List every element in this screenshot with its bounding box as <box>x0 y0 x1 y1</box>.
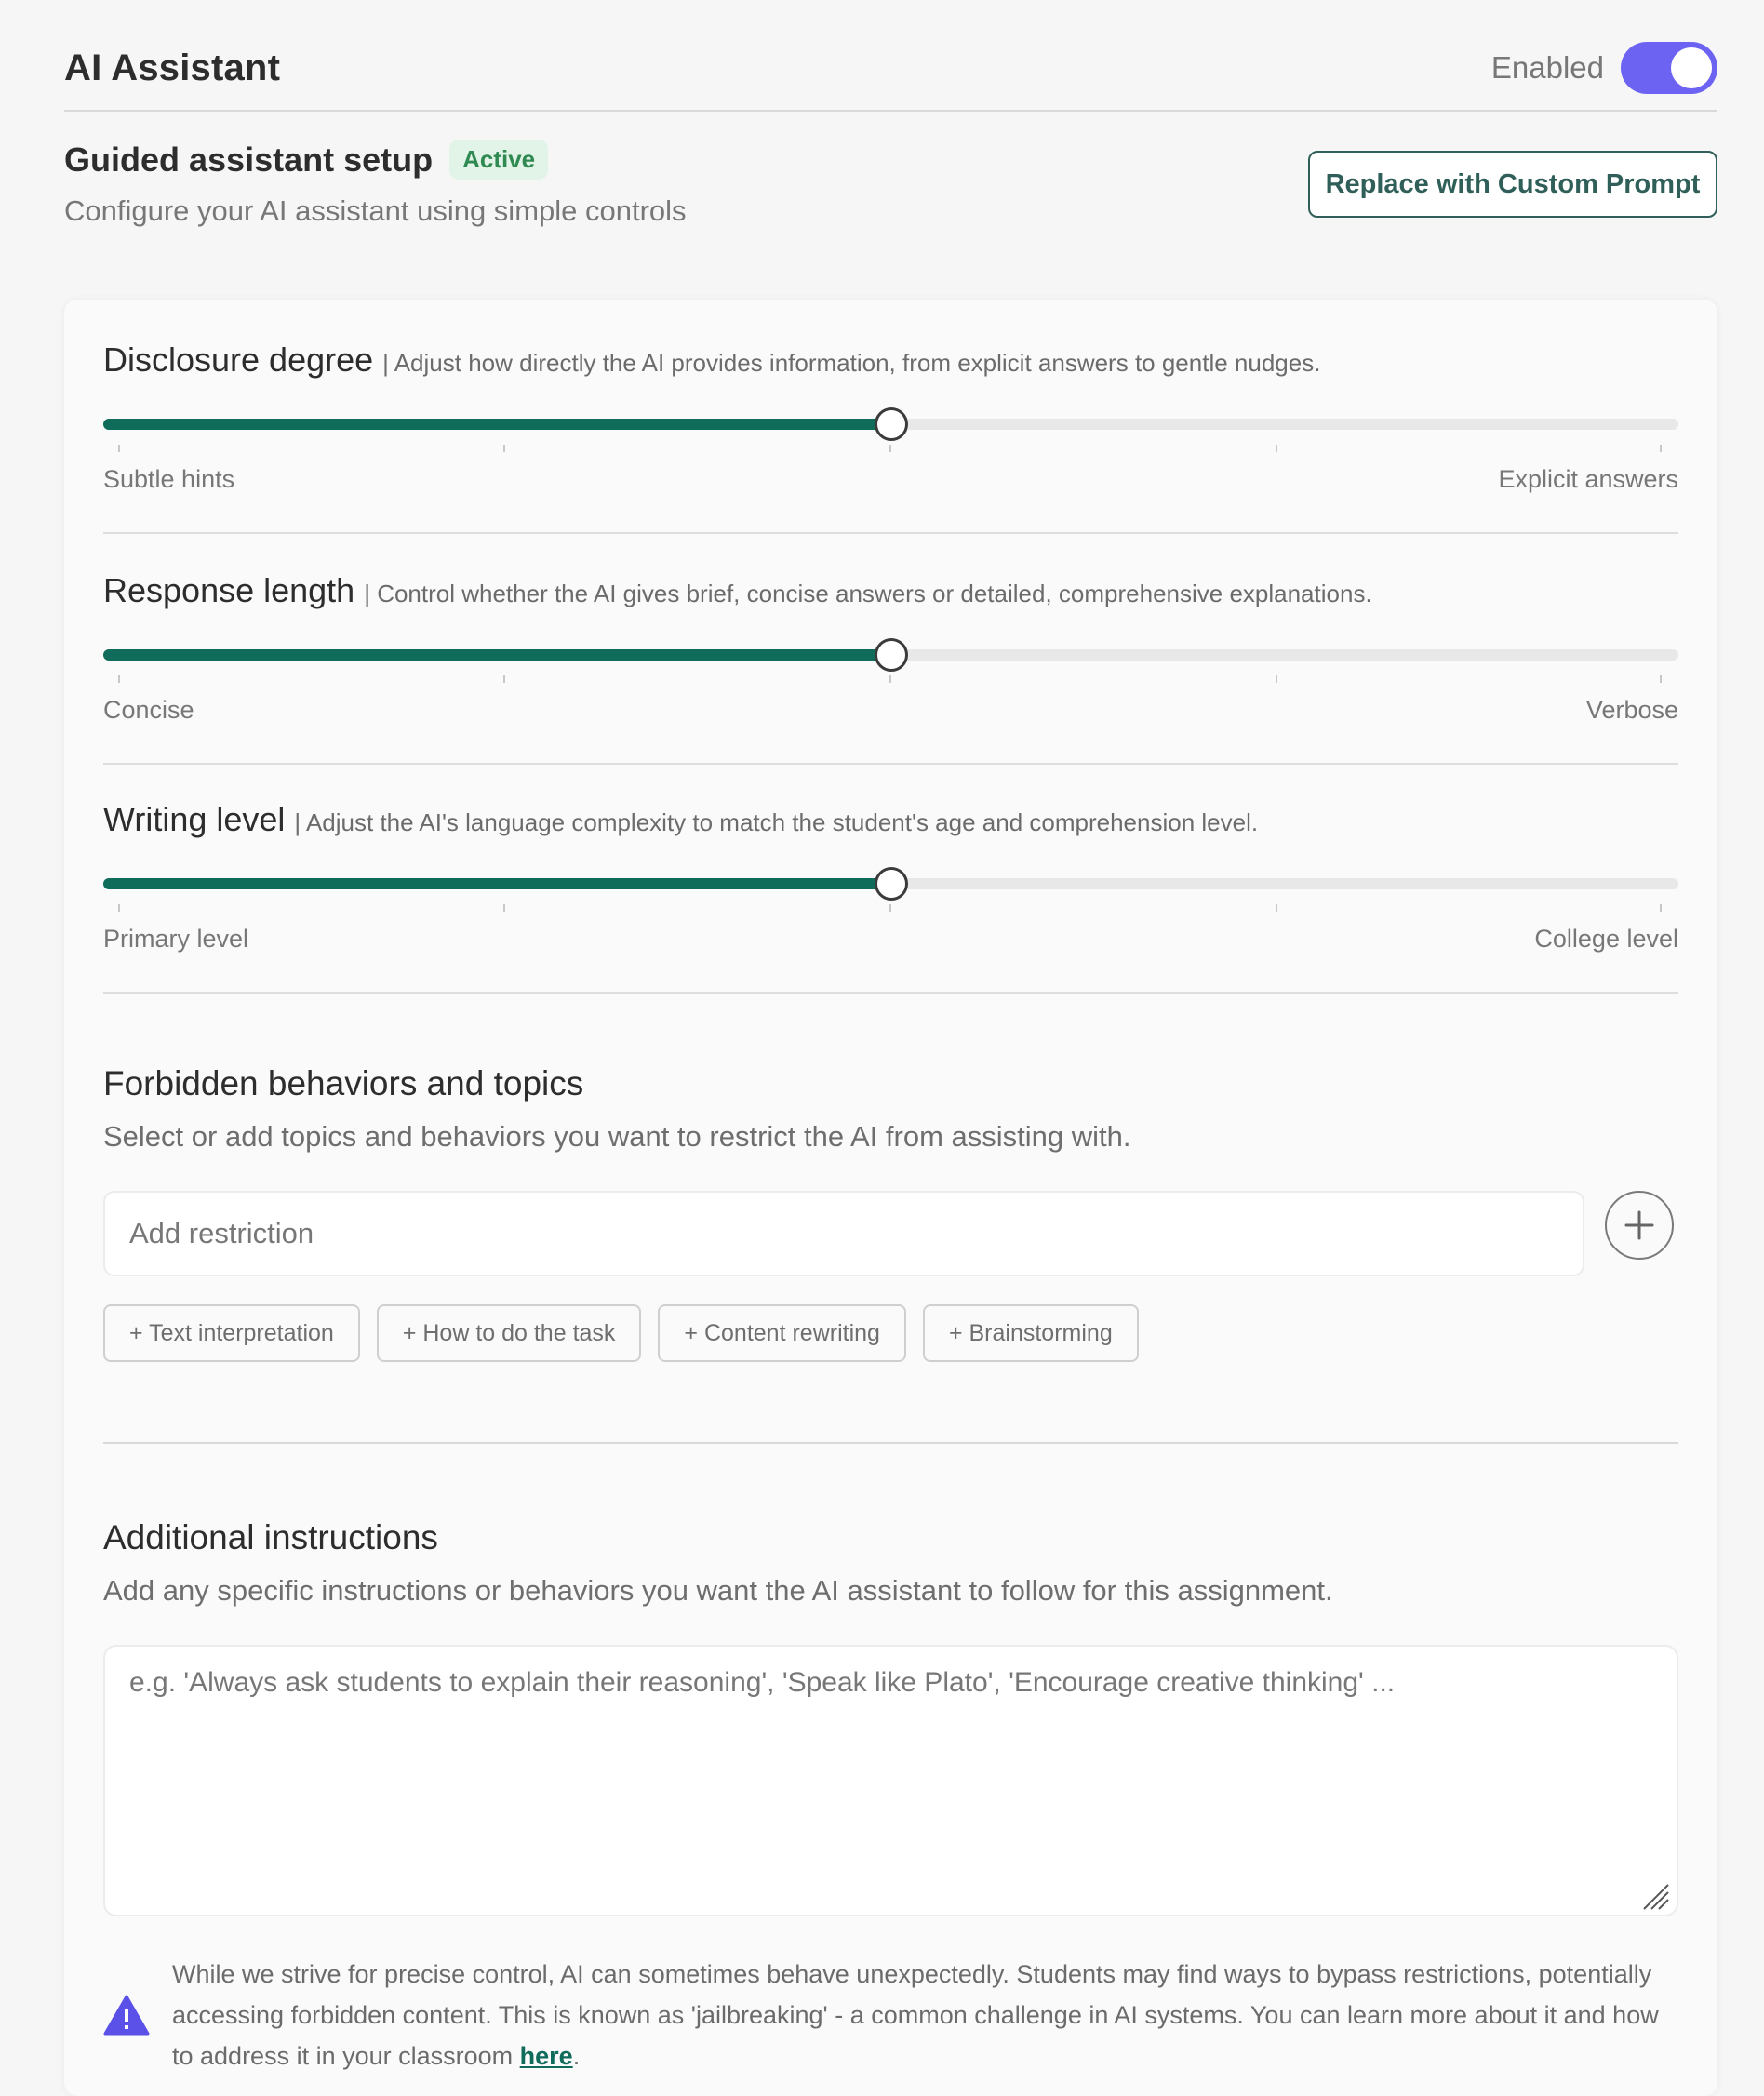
forbidden-title: Forbidden behaviors and topics <box>103 1064 584 1102</box>
slider-thumb[interactable] <box>874 407 908 441</box>
jailbreak-warning: While we strive for precise control, AI … <box>103 1954 1678 2076</box>
response-length-slider[interactable] <box>103 638 1678 672</box>
toggle-knob <box>1671 47 1712 88</box>
chip-text-interpretation[interactable]: + Text interpretation <box>103 1304 360 1362</box>
slider-tick <box>118 445 120 452</box>
warning-text: While we strive for precise control, AI … <box>172 1954 1678 2076</box>
enabled-toggle[interactable] <box>1621 42 1717 94</box>
add-restriction-input[interactable] <box>103 1191 1584 1276</box>
slider-tick <box>1660 904 1662 912</box>
slider-tick <box>118 904 120 912</box>
slider-tick <box>118 675 120 683</box>
header-bar: AI Assistant Enabled <box>64 28 1717 112</box>
slider-fill <box>103 649 891 661</box>
enabled-label: Enabled <box>1490 50 1604 85</box>
learn-more-link[interactable]: here <box>520 2042 573 2070</box>
slider-thumb[interactable] <box>874 638 908 672</box>
guided-setup-section: Guided assistant setup Active Configure … <box>64 140 1717 242</box>
slider-fill <box>103 419 891 430</box>
status-badge: Active <box>449 140 549 180</box>
chip-content-rewriting[interactable]: + Content rewriting <box>658 1304 906 1362</box>
add-restriction-button[interactable] <box>1605 1191 1674 1260</box>
slider-description: | Control whether the AI gives brief, co… <box>364 580 1372 607</box>
suggested-restrictions: + Text interpretation + How to do the ta… <box>103 1304 1139 1362</box>
slider-description: | Adjust how directly the AI provides in… <box>382 349 1321 377</box>
slider-description: | Adjust the AI's language complexity to… <box>294 808 1259 836</box>
chip-how-to-do-the-task[interactable]: + How to do the task <box>376 1304 642 1362</box>
disclosure-degree-block: Disclosure degree | Adjust how directly … <box>103 333 1678 534</box>
slider-tick <box>889 445 891 452</box>
warning-body: While we strive for precise control, AI … <box>172 1960 1659 2070</box>
enabled-control: Enabled <box>1491 42 1717 94</box>
slider-max-label: Verbose <box>1585 696 1678 724</box>
slider-fill <box>103 878 891 889</box>
slider-title: Response length <box>103 571 355 609</box>
slider-thumb[interactable] <box>874 867 908 901</box>
forbidden-subtitle: Select or add topics and behaviors you w… <box>103 1120 1131 1153</box>
guided-setup-title: Guided assistant setup <box>64 140 434 179</box>
chip-brainstorming[interactable]: + Brainstorming <box>922 1304 1139 1362</box>
additional-instructions-textarea[interactable] <box>103 1645 1678 1916</box>
slider-tick <box>1660 675 1662 683</box>
slider-tick <box>1276 675 1277 683</box>
writing-level-block: Writing level | Adjust the AI's language… <box>103 793 1678 994</box>
replace-with-custom-prompt-button[interactable]: Replace with Custom Prompt <box>1308 151 1717 218</box>
slider-min-label: Primary level <box>103 925 249 953</box>
instructions-title: Additional instructions <box>103 1518 438 1556</box>
slider-tick <box>1660 445 1662 452</box>
response-length-block: Response length | Control whether the AI… <box>103 564 1678 765</box>
slider-tick <box>889 904 891 912</box>
slider-title: Writing level <box>103 800 286 838</box>
instructions-subtitle: Add any specific instructions or behavio… <box>103 1574 1333 1607</box>
settings-card: Disclosure degree | Adjust how directly … <box>64 300 1717 2096</box>
slider-tick <box>1276 904 1277 912</box>
slider-tick <box>503 445 505 452</box>
slider-title: Disclosure degree <box>103 340 374 379</box>
disclosure-degree-slider[interactable] <box>103 407 1678 441</box>
writing-level-slider[interactable] <box>103 867 1678 901</box>
slider-min-label: Subtle hints <box>103 465 235 493</box>
page-title: AI Assistant <box>64 47 281 88</box>
warning-trailing: . <box>572 2042 581 2070</box>
resize-handle-icon[interactable] <box>1637 1877 1670 1911</box>
slider-title-row: Response length | Control whether the AI… <box>103 571 1372 610</box>
plus-icon <box>1624 1210 1654 1240</box>
slider-max-label: College level <box>1534 925 1678 953</box>
slider-tick <box>889 675 891 683</box>
slider-tick <box>503 675 505 683</box>
section-divider <box>103 1442 1678 1444</box>
slider-tick <box>1276 445 1277 452</box>
slider-title-row: Writing level | Adjust the AI's language… <box>103 800 1258 839</box>
slider-title-row: Disclosure degree | Adjust how directly … <box>103 340 1320 380</box>
slider-tick <box>503 904 505 912</box>
slider-max-label: Explicit answers <box>1498 465 1678 493</box>
warning-icon <box>103 1995 150 2036</box>
slider-min-label: Concise <box>103 696 194 724</box>
